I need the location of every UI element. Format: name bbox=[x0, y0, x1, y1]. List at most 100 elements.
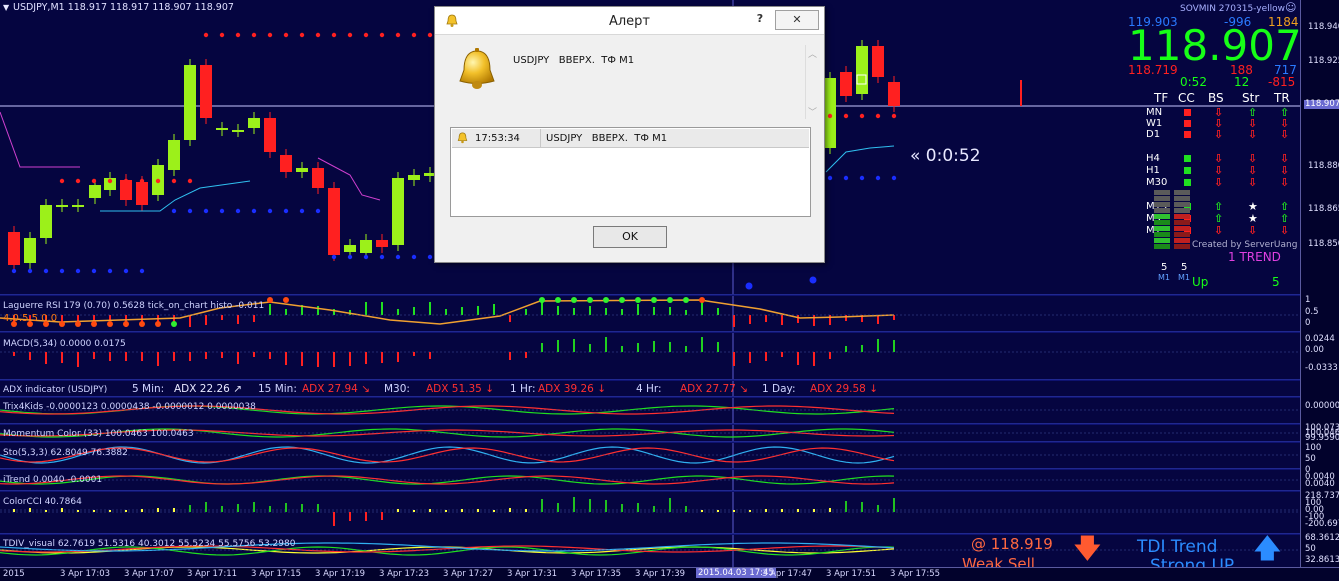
adx-value: ADX 27.77 ↘ bbox=[680, 383, 748, 395]
laguerre-histogram-bar bbox=[509, 315, 511, 322]
arrow-up-icon: ⇧ bbox=[1280, 200, 1290, 213]
resistance-dot bbox=[283, 32, 289, 38]
separator-itrend[interactable] bbox=[0, 490, 1300, 492]
laguerre-dot bbox=[171, 321, 177, 327]
macd-histogram-bar bbox=[205, 352, 207, 359]
cci-histogram-bar bbox=[333, 512, 335, 526]
resistance-dot bbox=[123, 178, 129, 184]
separator-trix[interactable] bbox=[0, 423, 1300, 425]
help-button[interactable]: ? bbox=[748, 10, 772, 30]
ok-button[interactable]: OK bbox=[593, 226, 667, 248]
day-low: 118.719 bbox=[1128, 63, 1178, 77]
cci-histogram-bar bbox=[429, 509, 431, 512]
separator-momentum[interactable] bbox=[0, 441, 1300, 443]
separator-laguerre[interactable] bbox=[0, 331, 1300, 333]
macd-histogram-bar bbox=[557, 340, 559, 352]
dashboard-timeframe: D1 bbox=[1146, 129, 1161, 140]
strength-bar-sell bbox=[1174, 220, 1190, 225]
cci-histogram-bar bbox=[893, 498, 895, 512]
symbol-dropdown-icon[interactable]: ▼ bbox=[3, 3, 9, 12]
resistance-dot bbox=[187, 178, 193, 184]
support-dot bbox=[107, 268, 113, 274]
macd-histogram-bar bbox=[269, 352, 271, 359]
cci-histogram-bar bbox=[141, 509, 143, 512]
resistance-dot bbox=[315, 32, 321, 38]
support-dot bbox=[411, 254, 417, 260]
scroll-up-icon[interactable]: ︿ bbox=[808, 47, 817, 60]
resistance-dot bbox=[827, 113, 833, 119]
arrow-down-icon: ⇩ bbox=[1248, 164, 1258, 177]
cci-histogram-bar bbox=[589, 499, 591, 512]
laguerre-histogram-bar bbox=[381, 302, 383, 315]
cci-histogram-bar bbox=[173, 508, 175, 512]
dashboard-column-header: BS bbox=[1208, 91, 1224, 105]
alert-dialog[interactable]: Алерт ? ✕ USDJPY ВВЕРХ. ТФ M1 ︿ ﹀ 17:53:… bbox=[434, 6, 825, 263]
support-dot bbox=[809, 276, 817, 284]
separator-main[interactable] bbox=[0, 294, 1300, 296]
scroll-down-icon[interactable]: ﹀ bbox=[808, 105, 817, 118]
cci-histogram-bar bbox=[45, 510, 47, 512]
close-button[interactable]: ✕ bbox=[775, 10, 819, 30]
laguerre-oversold-dot bbox=[107, 321, 113, 327]
spread: 12 bbox=[1234, 75, 1250, 89]
macd-histogram-bar bbox=[685, 346, 687, 352]
support-dot bbox=[395, 254, 401, 260]
sell-arrow-icon: 🡇 bbox=[1074, 534, 1101, 564]
candle-body bbox=[840, 72, 852, 96]
macd-histogram-bar bbox=[237, 352, 239, 364]
cci-histogram-bar bbox=[253, 502, 255, 512]
cci-histogram-bar bbox=[781, 509, 783, 512]
strength-bar-buy bbox=[1154, 226, 1170, 231]
support-dot bbox=[315, 208, 321, 214]
separator-adx[interactable] bbox=[0, 396, 1300, 398]
cci-histogram-bar bbox=[845, 501, 847, 512]
candle-body bbox=[232, 130, 244, 132]
support-dot bbox=[267, 208, 273, 214]
macd-histogram-bar bbox=[77, 352, 79, 367]
arrow-down-icon: ⇩ bbox=[1248, 176, 1258, 189]
arrow-up-icon: ⇧ bbox=[1214, 200, 1224, 213]
macd-histogram-bar bbox=[845, 346, 847, 352]
macd-histogram-bar bbox=[765, 352, 767, 361]
laguerre-histogram-bar bbox=[557, 306, 559, 315]
cci-histogram-bar bbox=[349, 512, 351, 521]
macd-histogram-bar bbox=[589, 344, 591, 352]
candle-countdown: « 0:0:52 bbox=[910, 146, 981, 166]
support-dot bbox=[91, 268, 97, 274]
candle-body bbox=[168, 140, 180, 170]
cci-label: ColorCCI 40.7864 bbox=[3, 497, 82, 507]
laguerre-badge: 4.0.5.5 0.0 bbox=[3, 313, 58, 324]
column-divider bbox=[540, 129, 541, 147]
arrow-up-icon: ⇧ bbox=[1280, 212, 1290, 225]
arrow-down-icon: ⇩ bbox=[1214, 176, 1224, 189]
separator-sto[interactable] bbox=[0, 468, 1300, 470]
macd-histogram-bar bbox=[749, 352, 751, 363]
arrow-down-icon: ⇩ bbox=[1214, 164, 1224, 177]
dialog-titlebar[interactable]: Алерт ? ✕ bbox=[435, 7, 824, 35]
macd-histogram-bar bbox=[637, 343, 639, 352]
list-item[interactable]: 17:53:34 USDJPY ВВЕРХ. ТФ M1 bbox=[452, 129, 809, 148]
big-bid-price: 118.907 bbox=[1128, 21, 1302, 70]
laguerre-histogram-bar bbox=[541, 302, 543, 315]
macd-histogram-bar bbox=[429, 352, 431, 359]
adx-label: ADX indicator (USDJPY) bbox=[3, 385, 108, 395]
cci-histogram-bar bbox=[413, 510, 415, 512]
cci-histogram-bar bbox=[237, 504, 239, 512]
dashboard-header: SOVMIN 270315-yellow bbox=[1180, 4, 1285, 14]
alert-list-message: USDJPY ВВЕРХ. ТФ M1 bbox=[546, 133, 668, 144]
macd-histogram-bar bbox=[893, 340, 895, 352]
support-dot bbox=[27, 268, 33, 274]
dashboard-timeframe: M30 bbox=[1146, 177, 1168, 188]
resistance-dot bbox=[843, 113, 849, 119]
separator-cci[interactable] bbox=[0, 533, 1300, 535]
alert-history-list[interactable]: 17:53:34 USDJPY ВВЕРХ. ТФ M1 bbox=[450, 127, 811, 217]
cci-histogram-bar bbox=[93, 510, 95, 512]
dashboard-column-header: TR bbox=[1274, 91, 1290, 105]
strength-bar-buy bbox=[1154, 238, 1170, 243]
message-scrollbar[interactable]: ︿ ﹀ bbox=[805, 45, 819, 119]
separator-macd[interactable] bbox=[0, 379, 1300, 381]
macd-histogram-bar bbox=[669, 342, 671, 352]
support-dot bbox=[827, 175, 833, 181]
laguerre-histogram-bar bbox=[429, 302, 431, 315]
macd-histogram-bar bbox=[605, 337, 607, 352]
